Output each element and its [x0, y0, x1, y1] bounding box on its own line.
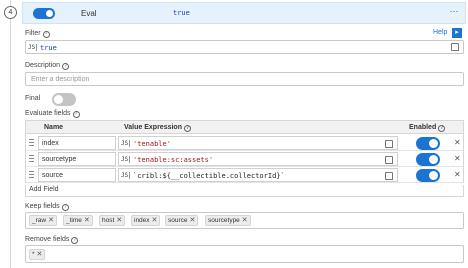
- remove-fields-label-text: Remove fields: [25, 236, 70, 243]
- field-name-input[interactable]: sourcetype: [38, 152, 116, 166]
- function-description: true: [173, 9, 190, 17]
- value-expression-input[interactable]: JS 'tenable:sc:assets': [118, 152, 398, 166]
- value-expression[interactable]: `cribl:${__collectible.collectorId}`: [133, 172, 285, 180]
- remove-field-chip: * ✕: [29, 249, 46, 260]
- js-language-tag: JS: [28, 44, 38, 51]
- keep-field-chip: sourcetype ✕: [205, 215, 251, 226]
- step-indicator: 4: [0, 0, 22, 268]
- description-label: Description?: [25, 62, 70, 70]
- chip-label: _time: [66, 217, 82, 224]
- drag-handle-icon[interactable]: [29, 155, 34, 162]
- remove-chip-icon[interactable]: ✕: [152, 217, 158, 224]
- help-circle-icon[interactable]: ?: [72, 111, 80, 118]
- help-circle-icon[interactable]: ?: [61, 204, 69, 211]
- chip-label: *: [32, 251, 35, 258]
- table-row: sourcetype JS 'tenable:sc:assets' ✕: [26, 151, 463, 167]
- keep-field-chip: index ✕: [131, 215, 161, 226]
- add-field-button[interactable]: Add Field: [25, 185, 464, 197]
- keep-fields-label: Keep fields?: [25, 203, 69, 211]
- help-arrow-icon[interactable]: ▸: [452, 28, 462, 38]
- field-name: sourcetype: [42, 156, 77, 163]
- step-connector-line: [10, 0, 11, 268]
- field-name-input[interactable]: index: [38, 136, 116, 150]
- value-expression-header-text: Value Expression: [124, 124, 182, 131]
- help-circle-icon[interactable]: ?: [71, 237, 79, 244]
- final-toggle[interactable]: [52, 93, 76, 106]
- evaluate-fields-label-text: Evaluate fields: [25, 110, 71, 117]
- filter-expression[interactable]: true: [40, 44, 57, 52]
- enabled-header-text: Enabled: [409, 124, 437, 131]
- keep-field-chip: _raw ✕: [29, 215, 57, 226]
- description-input[interactable]: Enter a description: [25, 72, 464, 86]
- js-language-tag: JS: [121, 140, 131, 147]
- evaluate-fields-label: Evaluate fields?: [25, 110, 80, 118]
- keep-fields-label-text: Keep fields: [25, 203, 60, 210]
- more-options-icon[interactable]: ⋯: [447, 7, 461, 19]
- chip-label: host: [102, 217, 115, 224]
- remove-chip-icon[interactable]: ✕: [242, 217, 248, 224]
- chip-label: sourcetype: [208, 217, 240, 224]
- function-name: Eval: [81, 9, 97, 18]
- remove-chip-icon[interactable]: ✕: [190, 217, 196, 224]
- function-header[interactable]: Eval true ⋯: [22, 2, 466, 24]
- field-name: source: [42, 172, 64, 179]
- field-name-input[interactable]: source: [38, 168, 116, 182]
- help-circle-icon[interactable]: ?: [42, 31, 50, 38]
- help-circle-icon[interactable]: ?: [62, 63, 70, 70]
- expand-editor-icon[interactable]: [451, 43, 459, 51]
- row-enabled-toggle[interactable]: [416, 153, 440, 166]
- description-placeholder: Enter a description: [31, 76, 90, 83]
- remove-chip-icon[interactable]: ✕: [116, 217, 122, 224]
- function-enabled-toggle[interactable]: [33, 8, 55, 19]
- field-name: index: [42, 140, 59, 147]
- value-expression-input[interactable]: JS `cribl:${__collectible.collectorId}`: [118, 168, 398, 182]
- help-circle-icon[interactable]: ?: [183, 125, 191, 132]
- table-header: [26, 121, 463, 134]
- table-row: source JS `cribl:${__collectible.collect…: [26, 167, 463, 183]
- filter-label-text: Filter: [25, 30, 41, 37]
- filter-input[interactable]: JS true: [25, 40, 464, 54]
- remove-chip-icon[interactable]: ✕: [48, 217, 54, 224]
- expand-editor-icon[interactable]: [385, 172, 393, 180]
- drag-handle-icon[interactable]: [29, 139, 34, 146]
- evaluate-fields-table: Name Value Expression? Enabled? index JS…: [25, 120, 464, 183]
- drag-handle-icon[interactable]: [29, 171, 34, 178]
- step-number: 4: [4, 6, 17, 19]
- table-row: index JS 'tenable' ✕: [26, 135, 463, 151]
- remove-fields-label: Remove fields?: [25, 236, 79, 244]
- delete-row-icon[interactable]: ✕: [454, 138, 461, 147]
- add-field-label: Add Field: [29, 186, 59, 193]
- delete-row-icon[interactable]: ✕: [454, 170, 461, 179]
- expand-editor-icon[interactable]: [385, 140, 393, 148]
- description-label-text: Description: [25, 62, 61, 69]
- value-expression[interactable]: 'tenable:sc:assets': [133, 156, 213, 164]
- js-language-tag: JS: [121, 156, 131, 163]
- remove-chip-icon[interactable]: ✕: [37, 251, 43, 258]
- delete-row-icon[interactable]: ✕: [454, 154, 461, 163]
- value-expression-input[interactable]: JS 'tenable': [118, 136, 398, 150]
- keep-field-chip: _time ✕: [63, 215, 93, 226]
- keep-field-chip: host ✕: [99, 215, 126, 226]
- value-expression[interactable]: 'tenable': [133, 140, 171, 148]
- keep-fields-input[interactable]: _raw ✕ _time ✕ host ✕ index ✕ source ✕ source…: [25, 212, 464, 229]
- remove-chip-icon[interactable]: ✕: [84, 217, 90, 224]
- filter-label: Filter?: [25, 30, 50, 38]
- remove-fields-input[interactable]: * ✕: [25, 245, 464, 263]
- final-label: Final: [25, 95, 41, 102]
- column-header-name: Name: [44, 124, 64, 131]
- chip-label: index: [134, 217, 150, 224]
- help-link[interactable]: Help: [433, 29, 447, 36]
- column-header-enabled: Enabled?: [409, 121, 446, 134]
- row-enabled-toggle[interactable]: [416, 169, 440, 182]
- chip-label: source: [168, 217, 188, 224]
- expand-editor-icon[interactable]: [385, 156, 393, 164]
- keep-field-chip: source ✕: [165, 215, 199, 226]
- column-header-value-expression: Value Expression?: [124, 121, 191, 134]
- chip-label: _raw: [32, 217, 47, 224]
- row-enabled-toggle[interactable]: [416, 137, 440, 150]
- js-language-tag: JS: [121, 172, 131, 179]
- help-circle-icon[interactable]: ?: [438, 125, 446, 132]
